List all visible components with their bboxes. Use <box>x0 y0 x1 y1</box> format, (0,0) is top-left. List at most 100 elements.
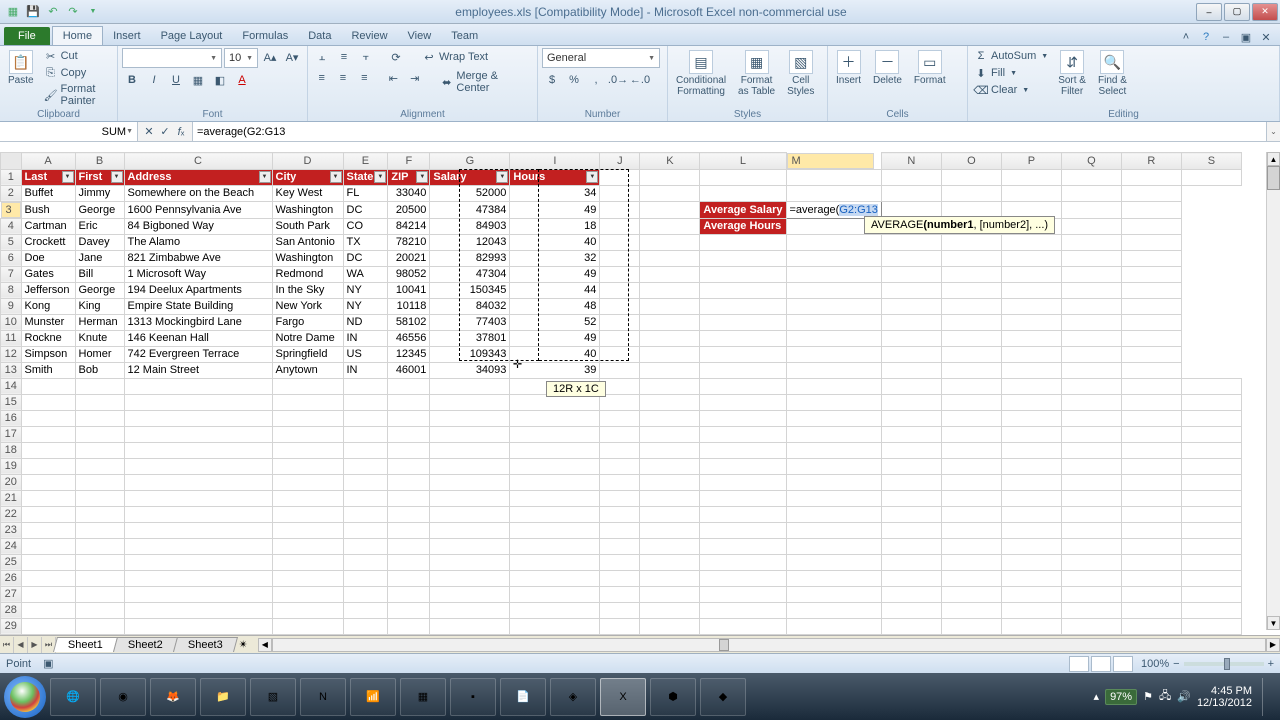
cell[interactable]: 1313 Mockingbird Lane <box>124 314 272 330</box>
cell[interactable]: South Park <box>272 218 343 234</box>
cell[interactable]: 84903 <box>430 218 510 234</box>
cell[interactable]: Jefferson <box>21 282 75 298</box>
paste-button[interactable]: 📋 Paste <box>4 48 38 88</box>
zoom-in-icon[interactable]: + <box>1268 658 1274 670</box>
cell[interactable]: 98052 <box>388 266 430 282</box>
table-header-hours[interactable]: Hours▼ <box>510 169 600 185</box>
cell[interactable]: US <box>343 346 388 362</box>
row-header-3[interactable]: 3 <box>1 202 21 218</box>
col-header-S[interactable]: S <box>1181 153 1241 170</box>
scroll-left-icon[interactable]: ◀ <box>258 638 272 652</box>
cell[interactable]: Jimmy <box>75 185 124 201</box>
row-header-29[interactable]: 29 <box>1 618 22 634</box>
filter-dropdown-icon[interactable]: ▼ <box>496 171 508 183</box>
row-header-5[interactable]: 5 <box>1 234 22 250</box>
col-header-A[interactable]: A <box>21 153 75 170</box>
cell[interactable]: 12043 <box>430 234 510 250</box>
wrap-text-button[interactable]: ↩Wrap Text <box>420 48 490 66</box>
percent-icon[interactable]: % <box>564 71 584 89</box>
cell[interactable]: 18 <box>510 218 600 234</box>
row-header-6[interactable]: 6 <box>1 250 22 266</box>
scroll-up-icon[interactable]: ▲ <box>1267 152 1280 166</box>
sheet-next-icon[interactable]: ▶ <box>28 637 42 653</box>
cell[interactable]: Gates <box>21 266 75 282</box>
cell[interactable]: 49 <box>510 330 600 346</box>
filter-dropdown-icon[interactable]: ▼ <box>62 171 74 183</box>
row-header-27[interactable]: 27 <box>1 586 22 602</box>
filter-dropdown-icon[interactable]: ▼ <box>416 171 428 183</box>
taskbar-app1[interactable]: ▧ <box>250 678 296 716</box>
filter-dropdown-icon[interactable]: ▼ <box>330 171 342 183</box>
align-right-icon[interactable]: ≡ <box>355 69 374 87</box>
format-painter-button[interactable]: 🖌Format Painter <box>42 82 113 108</box>
cell[interactable]: 40 <box>510 346 600 362</box>
battery-indicator[interactable]: 97% <box>1105 689 1137 705</box>
cell[interactable]: 12345 <box>388 346 430 362</box>
comma-icon[interactable]: , <box>586 71 606 89</box>
cell[interactable]: Munster <box>21 314 75 330</box>
cell[interactable]: 82993 <box>430 250 510 266</box>
row-header-21[interactable]: 21 <box>1 490 22 506</box>
taskbar-ie[interactable]: 🌐 <box>50 678 96 716</box>
workbook-close-icon[interactable]: ✕ <box>1258 29 1274 45</box>
cell[interactable]: 10118 <box>388 298 430 314</box>
filter-dropdown-icon[interactable]: ▼ <box>259 171 271 183</box>
cell[interactable]: Bush <box>21 201 75 218</box>
cell[interactable]: Knute <box>75 330 124 346</box>
cell[interactable]: IN <box>343 330 388 346</box>
cell[interactable]: 52000 <box>430 185 510 201</box>
help-icon[interactable]: ? <box>1198 29 1214 45</box>
redo-icon[interactable]: ↷ <box>64 3 82 21</box>
cell[interactable]: 84032 <box>430 298 510 314</box>
cell[interactable]: IN <box>343 362 388 378</box>
col-header-L[interactable]: L <box>700 153 786 170</box>
formula-input[interactable]: =average(G2:G13 <box>193 122 1266 141</box>
taskbar-onenote[interactable]: N <box>300 678 346 716</box>
cell[interactable]: 1600 Pennsylvania Ave <box>124 201 272 218</box>
cell[interactable]: FL <box>343 185 388 201</box>
hscroll-thumb[interactable] <box>719 639 729 651</box>
worksheet[interactable]: ABCDEFGIJKLMNOPQRS1Last▼First▼Address▼Ci… <box>0 152 1280 648</box>
autosum-button[interactable]: ΣAutoSum▼ <box>972 48 1050 64</box>
table-header-city[interactable]: City▼ <box>272 169 343 185</box>
cell[interactable]: 47304 <box>430 266 510 282</box>
cell[interactable]: 821 Zimbabwe Ave <box>124 250 272 266</box>
tray-show-hidden-icon[interactable]: ▴ <box>1094 690 1100 703</box>
tray-icon-1[interactable]: ⚑ <box>1143 690 1153 703</box>
cell[interactable]: WA <box>343 266 388 282</box>
italic-button[interactable]: I <box>144 71 164 89</box>
row-header-14[interactable]: 14 <box>1 378 22 394</box>
cell[interactable]: 10041 <box>388 282 430 298</box>
filter-dropdown-icon[interactable]: ▼ <box>586 171 598 183</box>
save-icon[interactable]: 💾 <box>24 3 42 21</box>
cell[interactable]: 52 <box>510 314 600 330</box>
row-header-26[interactable]: 26 <box>1 570 22 586</box>
align-bottom-icon[interactable]: ⫟ <box>356 48 376 66</box>
font-family-select[interactable]: ▼ <box>122 48 222 68</box>
cell[interactable]: Redmond <box>272 266 343 282</box>
cell[interactable]: Davey <box>75 234 124 250</box>
merge-center-button[interactable]: ⬌Merge & Center <box>438 69 533 95</box>
taskbar-app5[interactable]: ◆ <box>700 678 746 716</box>
select-all-corner[interactable] <box>1 153 22 170</box>
tab-home[interactable]: Home <box>52 26 103 45</box>
conditional-formatting-button[interactable]: ▤Conditional Formatting <box>672 48 730 99</box>
scroll-down-icon[interactable]: ▼ <box>1267 616 1280 630</box>
align-center-icon[interactable]: ≡ <box>333 69 352 87</box>
row-header-18[interactable]: 18 <box>1 442 22 458</box>
cell[interactable]: ND <box>343 314 388 330</box>
row-header-8[interactable]: 8 <box>1 282 22 298</box>
cell[interactable]: Eric <box>75 218 124 234</box>
cell[interactable]: New York <box>272 298 343 314</box>
row-header-23[interactable]: 23 <box>1 522 22 538</box>
cell[interactable]: King <box>75 298 124 314</box>
avg-salary-label[interactable]: Average Salary <box>700 201 786 218</box>
cell[interactable]: Kong <box>21 298 75 314</box>
font-size-select[interactable]: 10▼ <box>224 48 258 68</box>
row-header-12[interactable]: 12 <box>1 346 22 362</box>
page-break-view-button[interactable] <box>1113 656 1133 672</box>
cell[interactable]: Smith <box>21 362 75 378</box>
taskbar-chrome[interactable]: ◉ <box>100 678 146 716</box>
name-box[interactable]: SUM▼ <box>0 122 138 141</box>
cancel-entry-icon[interactable]: ✕ <box>142 125 156 138</box>
